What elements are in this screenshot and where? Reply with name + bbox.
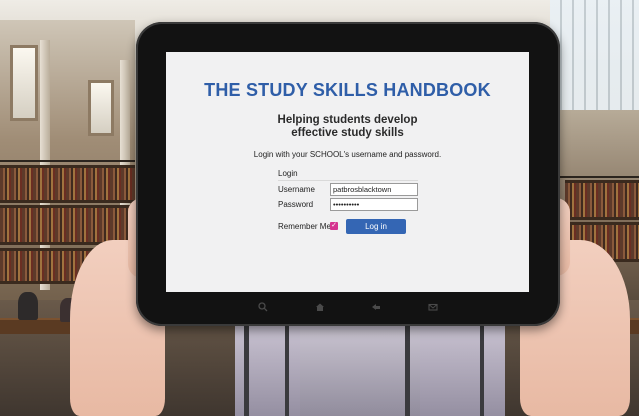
back-icon[interactable]	[369, 302, 383, 316]
stairwell-post	[244, 322, 249, 416]
home-icon[interactable]	[313, 302, 327, 316]
login-form: Login Username patbrosblacktown Password…	[278, 168, 418, 235]
username-input[interactable]: patbrosblacktown	[330, 183, 418, 196]
password-row: Password ••••••••••	[278, 198, 418, 212]
bookshelf	[565, 180, 639, 220]
bookshelf	[0, 205, 135, 245]
stairwell-post	[405, 322, 410, 416]
remember-me-checkbox[interactable]: ✓	[330, 222, 338, 230]
library-photo-scene: THE STUDY SKILLS HANDBOOK Helping studen…	[0, 0, 639, 416]
login-instruction: Login with your SCHOOL's username and pa…	[253, 150, 442, 159]
password-label: Password	[278, 200, 314, 209]
stairwell-post	[480, 322, 484, 416]
remember-me-label: Remember Me	[278, 222, 331, 231]
search-icon[interactable]	[256, 302, 270, 316]
library-window	[88, 80, 114, 136]
password-input[interactable]: ••••••••••	[330, 198, 418, 211]
bookshelf	[0, 165, 135, 203]
login-button[interactable]: Log in	[346, 219, 406, 234]
remember-row: Remember Me ✓ Log in	[278, 219, 418, 235]
stairwell-post	[285, 322, 289, 416]
tablet-device: THE STUDY SKILLS HANDBOOK Helping studen…	[136, 22, 560, 326]
subtitle-line-1: Helping students develop	[277, 114, 418, 126]
balcony-railing	[560, 176, 639, 178]
page-title: THE STUDY SKILLS HANDBOOK	[204, 80, 491, 100]
page-subtitle: Helping students develop effective study…	[166, 114, 529, 140]
library-window	[10, 45, 38, 121]
username-row: Username patbrosblacktown	[278, 183, 418, 197]
balcony-railing	[0, 160, 135, 162]
subtitle-line-2: effective study skills	[291, 127, 404, 139]
login-heading: Login	[278, 168, 418, 181]
mail-icon[interactable]	[426, 302, 440, 316]
staircase	[300, 330, 420, 416]
tablet-screen: THE STUDY SKILLS HANDBOOK Helping studen…	[166, 52, 529, 292]
student-figure	[18, 292, 38, 320]
username-label: Username	[278, 185, 315, 194]
